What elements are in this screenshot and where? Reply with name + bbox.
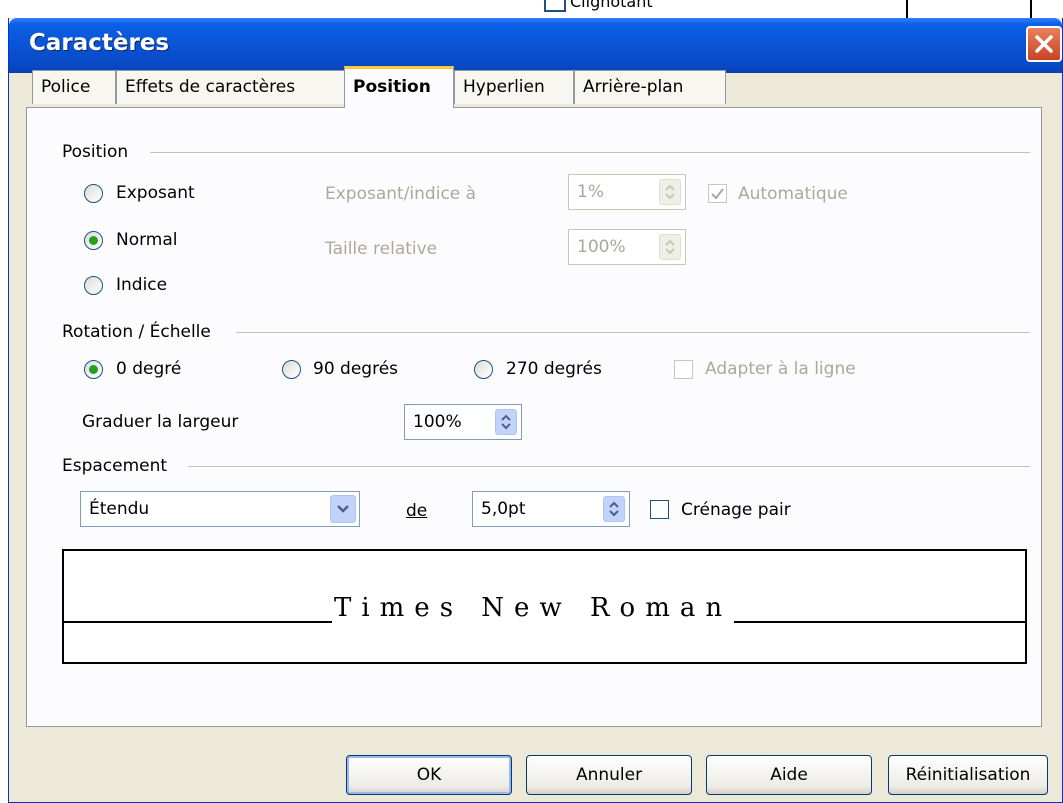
pair-kerning-checkbox[interactable]: [650, 500, 669, 519]
spacing-mode-select[interactable]: Étendu: [80, 491, 360, 527]
raise-lower-spinner[interactable]: 1%: [568, 174, 686, 210]
radio-0-degree[interactable]: [84, 360, 103, 379]
scale-width-spinner[interactable]: 100%: [404, 404, 522, 440]
close-button[interactable]: [1026, 26, 1062, 62]
spacing-mode-value: Étendu: [89, 499, 150, 519]
tab-hyperlien[interactable]: Hyperlien: [454, 70, 574, 104]
radio-270-degrees-label: 270 degrés: [506, 359, 602, 379]
radio-selected-dot: [89, 236, 98, 245]
tab-arriere-plan[interactable]: Arrière-plan: [574, 70, 726, 104]
relative-size-spinner[interactable]: 100%: [568, 229, 686, 265]
background-divider: [906, 0, 908, 18]
radio-indice-label: Indice: [116, 275, 168, 295]
radio-normal[interactable]: [84, 231, 103, 250]
background-checkbox: [544, 0, 566, 12]
radio-exposant[interactable]: [84, 184, 103, 203]
title-bar: Caractères: [9, 18, 1062, 73]
scale-width-label: Graduer la largeur: [82, 412, 239, 432]
radio-90-degrees[interactable]: [282, 360, 301, 379]
section-divider: [188, 466, 1030, 467]
radio-normal-label: Normal: [116, 230, 178, 250]
tab-effets-de-caracteres[interactable]: Effets de caractères: [116, 70, 346, 104]
background-divider: [1030, 0, 1032, 18]
radio-0-degree-label: 0 degré: [116, 359, 182, 379]
ok-button[interactable]: OK: [346, 755, 512, 795]
pair-kerning-label: Crénage pair: [681, 500, 791, 520]
raise-lower-value: 1%: [577, 182, 604, 202]
cancel-button[interactable]: Annuler: [526, 755, 692, 795]
scale-width-value: 100%: [413, 412, 462, 432]
reset-button[interactable]: Réinitialisation: [888, 755, 1048, 795]
background-label: Clignotant: [570, 0, 653, 11]
automatic-label: Automatique: [738, 184, 848, 204]
tab-position[interactable]: Position: [344, 66, 454, 108]
radio-90-degrees-label: 90 degrés: [313, 359, 399, 379]
section-divider: [150, 152, 1030, 153]
dialog-title: Caractères: [29, 30, 170, 56]
radio-indice[interactable]: [84, 276, 103, 295]
spacing-section-title: Espacement: [62, 456, 178, 476]
raise-lower-label: Exposant/indice à: [325, 184, 477, 204]
font-preview: Times New Roman: [62, 549, 1027, 664]
fit-to-line-checkbox[interactable]: [674, 360, 693, 379]
spin-arrows-icon[interactable]: [495, 409, 517, 435]
close-icon: [1035, 35, 1053, 53]
spin-arrows-icon[interactable]: [603, 496, 625, 522]
rotation-section-title: Rotation / Échelle: [62, 322, 221, 342]
relative-size-value: 100%: [577, 237, 626, 257]
help-button[interactable]: Aide: [706, 755, 872, 795]
radio-exposant-label: Exposant: [116, 183, 195, 203]
radio-270-degrees[interactable]: [474, 360, 493, 379]
checkmark-icon: [711, 188, 724, 200]
spin-arrows-icon[interactable]: [659, 179, 681, 205]
spacing-value[interactable]: 5,0pt: [481, 499, 526, 519]
tab-police[interactable]: Police: [32, 70, 116, 104]
chevron-down-icon[interactable]: [330, 495, 356, 523]
preview-sample-text: Times New Roman: [332, 593, 735, 623]
position-section-title: Position: [62, 142, 139, 162]
spacing-by-label: de: [406, 501, 428, 521]
radio-selected-dot: [89, 365, 98, 374]
spin-arrows-icon[interactable]: [659, 234, 681, 260]
section-divider: [236, 332, 1030, 333]
automatic-checkbox[interactable]: [708, 184, 727, 203]
fit-to-line-label: Adapter à la ligne: [705, 359, 856, 379]
spacing-value-spinner[interactable]: 5,0pt: [472, 491, 630, 527]
relative-size-label: Taille relative: [325, 239, 438, 259]
